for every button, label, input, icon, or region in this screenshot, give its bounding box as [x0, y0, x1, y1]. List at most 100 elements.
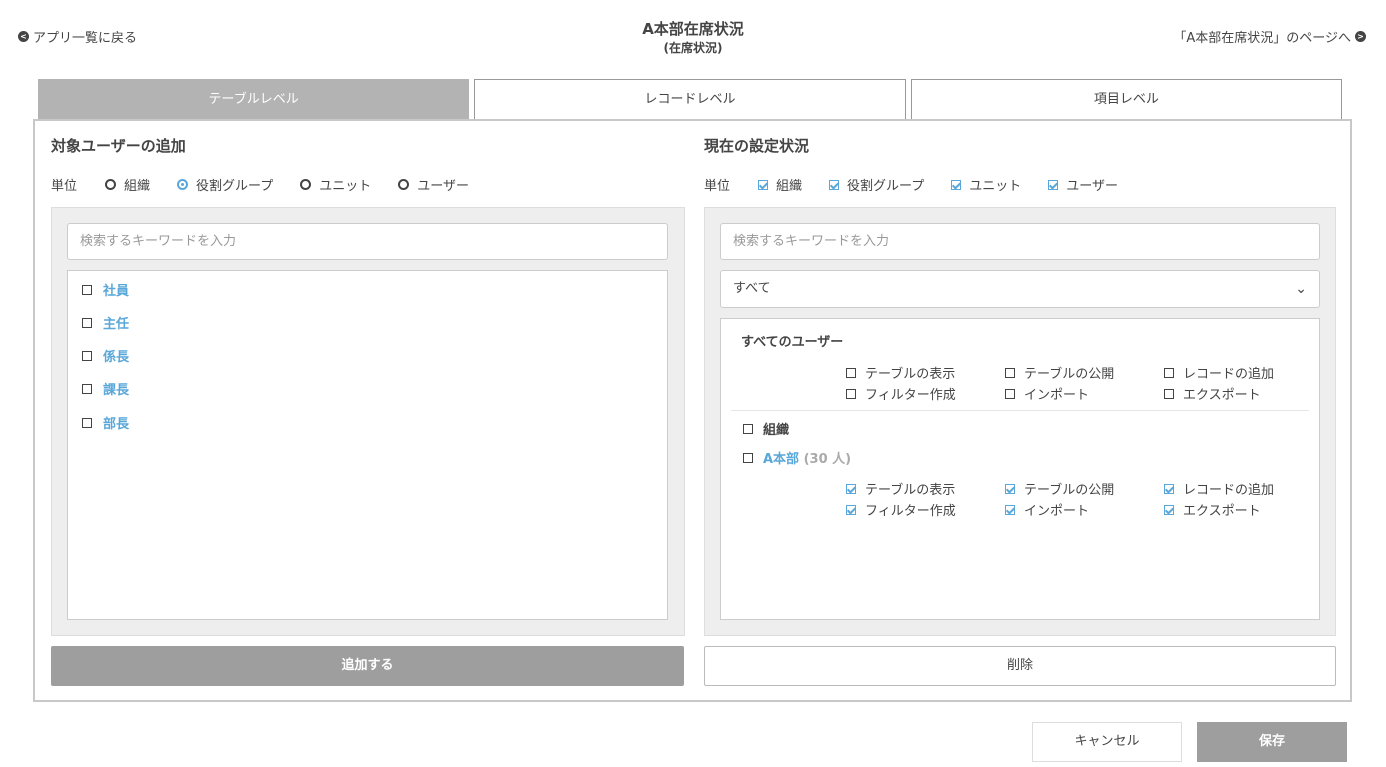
left-unit-row: 単位 組織 役割グループ ユニット ユーザー: [51, 175, 496, 194]
perm-label: レコードの追加: [1183, 367, 1275, 382]
checkbox-checked-icon: [1164, 504, 1174, 515]
checkbox-icon: [82, 417, 92, 428]
permission-list: すべてのユーザー テーブルの表示 テーブルの公開 レコードの追加 フィルター作成…: [720, 318, 1320, 620]
unit-checkbox-role-group[interactable]: 役割グループ: [829, 175, 924, 194]
list-item[interactable]: 課長: [82, 379, 129, 398]
checkbox-checked-icon: [1005, 483, 1015, 494]
list-item[interactable]: 主任: [82, 313, 129, 332]
unit-checkbox-label: ユーザー: [1066, 179, 1119, 194]
checkbox-icon: [82, 383, 92, 394]
checkbox-icon: [743, 452, 753, 463]
unit-checkbox-organization[interactable]: 組織: [758, 175, 802, 194]
unit-radio-label: 組織: [124, 179, 151, 194]
checkbox-icon: [1164, 367, 1174, 378]
list-item[interactable]: 係長: [82, 346, 129, 365]
all-users-title: すべてのユーザー: [741, 335, 844, 350]
left-unit-label: 単位: [51, 179, 78, 194]
checkbox-icon: [846, 388, 856, 399]
unit-checkbox-unit[interactable]: ユニット: [951, 175, 1021, 194]
unit-radio-unit[interactable]: ユニット: [300, 175, 371, 194]
perm-label: フィルター作成: [865, 504, 956, 519]
perm-label: エクスポート: [1183, 388, 1261, 403]
add-button[interactable]: 追加する: [51, 646, 684, 686]
delete-button[interactable]: 削除: [704, 646, 1336, 686]
tab-record-level[interactable]: レコードレベル: [474, 79, 906, 120]
unit-checkbox-user[interactable]: ユーザー: [1048, 175, 1118, 194]
perm-export[interactable]: エクスポート: [1164, 386, 1323, 403]
unit-radio-role-group[interactable]: 役割グループ: [177, 175, 273, 194]
perm-label: テーブルの公開: [1024, 367, 1115, 382]
org-group-row[interactable]: 組織: [743, 419, 789, 438]
cancel-button[interactable]: キャンセル: [1032, 722, 1182, 762]
save-button[interactable]: 保存: [1197, 722, 1347, 762]
perm-import[interactable]: インポート: [1005, 502, 1164, 519]
radio-icon: [105, 179, 117, 190]
perm-table-publish[interactable]: テーブルの公開: [1005, 481, 1164, 498]
checkbox-checked-icon: [758, 179, 769, 190]
role-group-list: 社員 主任 係長 課長 部長: [67, 270, 668, 620]
level-tabs: テーブルレベル レコードレベル 項目レベル: [38, 79, 1342, 120]
checkbox-icon: [82, 350, 92, 361]
checkbox-checked-icon: [1164, 483, 1174, 494]
right-search-input[interactable]: 検索するキーワードを入力: [720, 223, 1320, 260]
filter-select[interactable]: すべて ⌄: [720, 270, 1320, 308]
left-selection-box: 検索するキーワードを入力 社員 主任 係長 課長 部長: [51, 207, 685, 636]
add-users-title: 対象ユーザーの追加: [51, 137, 186, 155]
right-settings-box: 検索するキーワードを入力 すべて ⌄ すべてのユーザー テーブルの表示 テーブル…: [704, 207, 1336, 636]
radio-icon: [300, 179, 312, 190]
unit-radio-label: ユーザー: [417, 179, 470, 194]
checkbox-checked-icon: [1005, 504, 1015, 515]
radio-icon: [398, 179, 410, 190]
perm-record-add[interactable]: レコードの追加: [1164, 365, 1323, 382]
left-search-input[interactable]: 検索するキーワードを入力: [67, 223, 668, 260]
list-item[interactable]: 社員: [82, 280, 129, 299]
checkbox-icon: [82, 284, 92, 295]
checkbox-icon: [1005, 367, 1015, 378]
perm-label: テーブルの表示: [865, 483, 956, 498]
checkbox-checked-icon: [846, 483, 856, 494]
tab-table-level[interactable]: テーブルレベル: [38, 79, 470, 120]
unit-radio-user[interactable]: ユーザー: [398, 175, 469, 194]
checkbox-icon: [743, 423, 753, 434]
perm-record-add[interactable]: レコードの追加: [1164, 481, 1323, 498]
checkbox-checked-icon: [829, 179, 840, 190]
permission-panel: 対象ユーザーの追加 単位 組織 役割グループ ユニット ユーザー 検索するキーワ…: [33, 119, 1352, 702]
radio-selected-icon: [177, 179, 189, 190]
perm-label: テーブルの表示: [865, 367, 956, 382]
list-item-label: 課長: [103, 383, 130, 398]
unit-radio-label: ユニット: [319, 179, 372, 194]
unit-checkbox-label: ユニット: [969, 179, 1022, 194]
chevron-right-circle-icon: >: [1355, 31, 1366, 42]
perm-label: テーブルの公開: [1024, 483, 1115, 498]
checkbox-checked-icon: [1048, 179, 1059, 190]
right-unit-row: 単位 組織 役割グループ ユニット ユーザー: [704, 175, 1145, 194]
divider: [731, 410, 1309, 411]
org-row[interactable]: A本部 (30 人): [743, 448, 851, 467]
unit-checkbox-label: 組織: [776, 179, 803, 194]
perm-export[interactable]: エクスポート: [1164, 502, 1323, 519]
unit-radio-organization[interactable]: 組織: [105, 175, 150, 194]
tab-field-level[interactable]: 項目レベル: [910, 79, 1342, 120]
perm-label: エクスポート: [1183, 504, 1261, 519]
go-to-page-link[interactable]: 「A本部在席状況」のページへ >: [1173, 27, 1366, 46]
perm-label: インポート: [1024, 388, 1090, 403]
list-item[interactable]: 部長: [82, 413, 129, 432]
perm-table-publish[interactable]: テーブルの公開: [1005, 365, 1164, 382]
perm-label: フィルター作成: [865, 388, 956, 403]
all-users-permissions: テーブルの表示 テーブルの公開 レコードの追加 フィルター作成 インポート エク…: [846, 365, 1323, 403]
checkbox-icon: [846, 367, 856, 378]
unit-radio-label: 役割グループ: [196, 179, 274, 194]
filter-select-value: すべて: [733, 281, 771, 296]
unit-checkbox-label: 役割グループ: [847, 179, 925, 194]
checkbox-checked-icon: [846, 504, 856, 515]
perm-import[interactable]: インポート: [1005, 386, 1164, 403]
perm-table-view[interactable]: テーブルの表示: [846, 365, 1005, 382]
checkbox-icon: [1164, 388, 1174, 399]
perm-table-view[interactable]: テーブルの表示: [846, 481, 1005, 498]
perm-label: インポート: [1024, 504, 1090, 519]
checkbox-icon: [82, 317, 92, 328]
perm-filter-create[interactable]: フィルター作成: [846, 502, 1005, 519]
checkbox-icon: [1005, 388, 1015, 399]
checkbox-checked-icon: [951, 179, 962, 190]
perm-filter-create[interactable]: フィルター作成: [846, 386, 1005, 403]
